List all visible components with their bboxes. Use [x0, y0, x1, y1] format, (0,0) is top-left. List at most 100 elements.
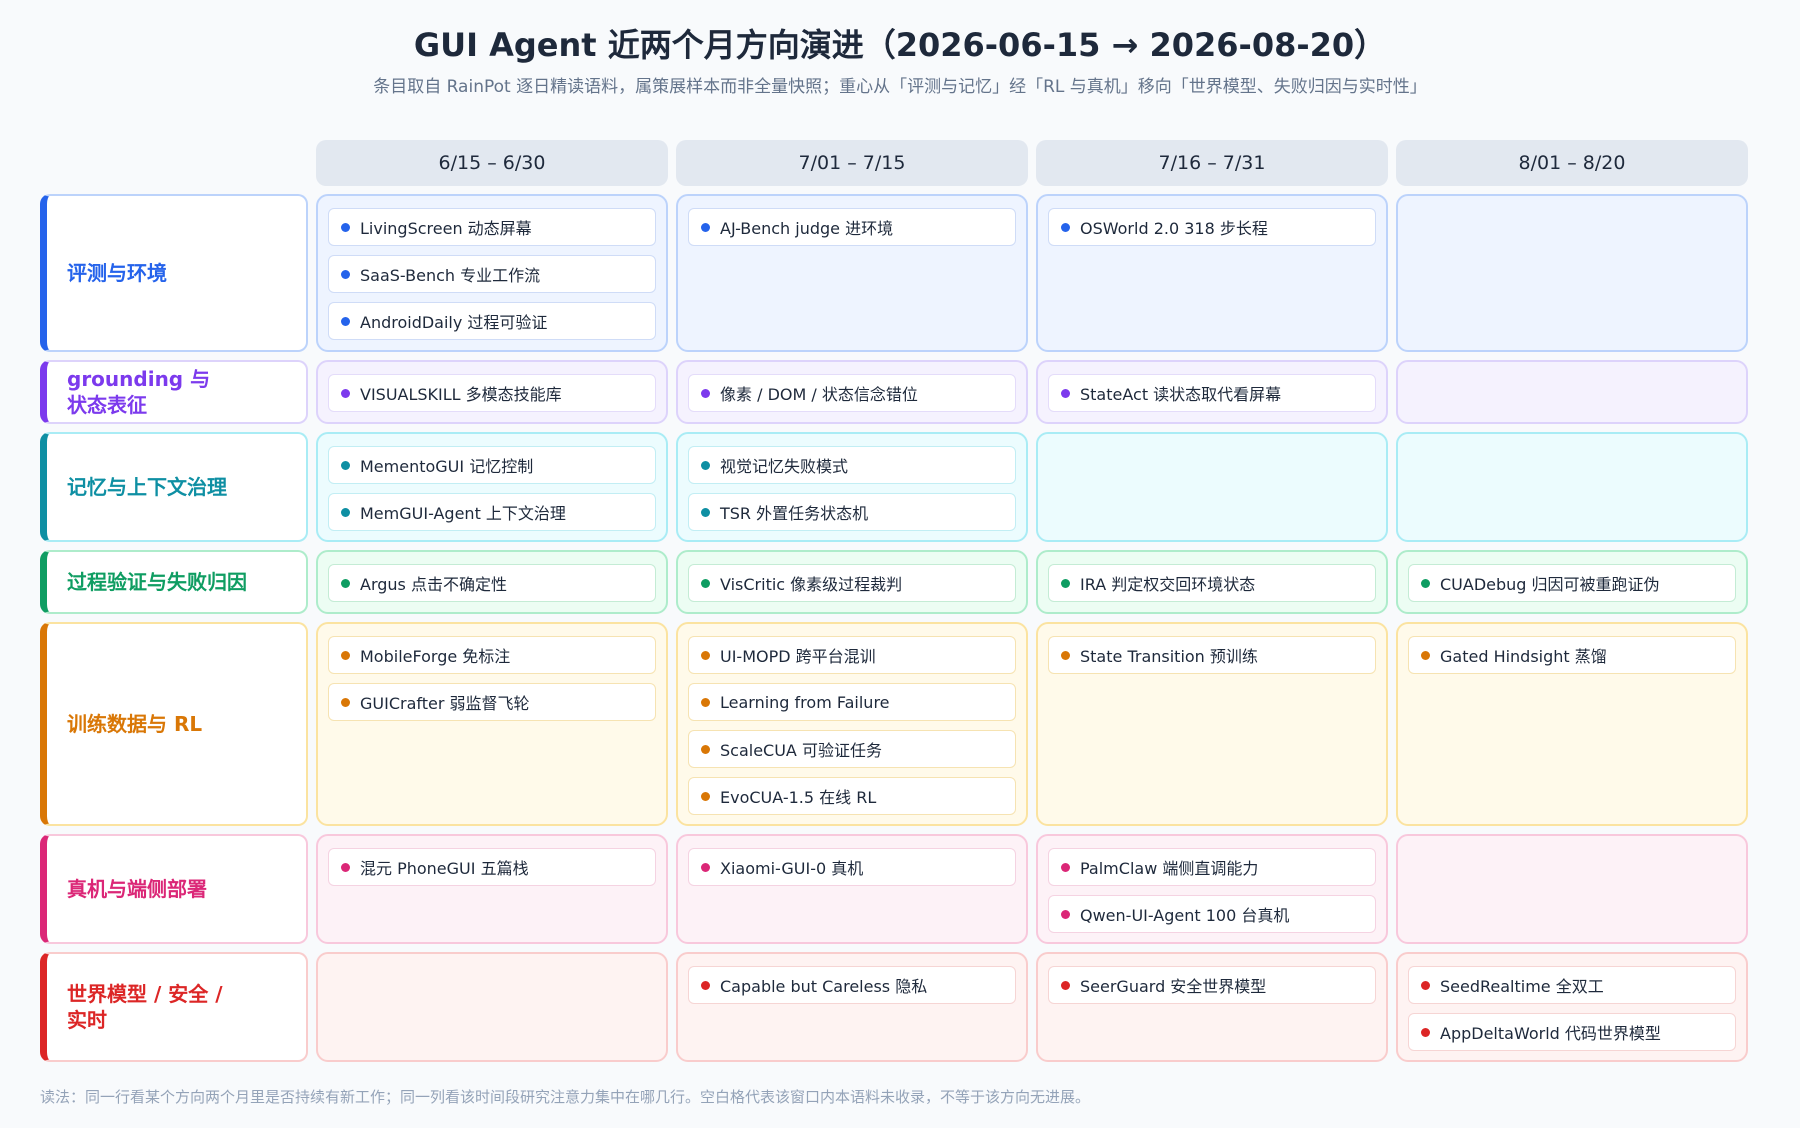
- work-item: 视觉记忆失败模式: [688, 446, 1016, 484]
- matrix-cell: Capable but Careless 隐私: [676, 952, 1028, 1062]
- work-item-label: Argus 点击不确定性: [360, 575, 507, 594]
- bullet-dot-icon: [701, 862, 710, 872]
- direction-label: 真机与端侧部署: [40, 834, 308, 944]
- work-item-label: Learning from Failure: [720, 692, 890, 712]
- matrix-cell: [1396, 360, 1748, 424]
- matrix-cell: 视觉记忆失败模式 TSR 外置任务状态机: [676, 432, 1028, 542]
- period-header: 7/01 – 7/15: [676, 140, 1028, 186]
- work-item: Argus 点击不确定性: [328, 564, 656, 602]
- matrix-cell: 混元 PhoneGUI 五篇栈: [316, 834, 668, 944]
- work-item: 像素 / DOM / 状态信念错位: [688, 374, 1016, 412]
- work-item: MobileForge 免标注: [328, 636, 656, 674]
- matrix-cell: VisCritic 像素级过程裁判: [676, 550, 1028, 614]
- bullet-dot-icon: [1061, 980, 1070, 990]
- bullet-dot-icon: [701, 697, 710, 707]
- bullet-dot-icon: [701, 980, 710, 990]
- work-item: Capable but Careless 隐私: [688, 966, 1016, 1004]
- bullet-dot-icon: [701, 791, 710, 801]
- work-item-label: Gated Hindsight 蒸馏: [1440, 647, 1607, 666]
- work-item: SeedRealtime 全双工: [1408, 966, 1736, 1004]
- bullet-dot-icon: [1421, 1027, 1430, 1037]
- matrix-cell: StateAct 读状态取代看屏幕: [1036, 360, 1388, 424]
- matrix-cell: [1396, 194, 1748, 352]
- work-item: AndroidDaily 过程可验证: [328, 302, 656, 340]
- bullet-dot-icon: [341, 650, 350, 660]
- work-item-label: Xiaomi-GUI-0 真机: [720, 859, 864, 878]
- matrix-cell: [1036, 432, 1388, 542]
- matrix-cell: CUADebug 归因可被重跑证伪: [1396, 550, 1748, 614]
- work-item: IRA 判定权交回环境状态: [1048, 564, 1376, 602]
- direction-label: 过程验证与失败归因: [40, 550, 308, 614]
- work-item-label: AJ-Bench judge 进环境: [720, 219, 894, 238]
- page-subtitle: 条目取自 RainPot 逐日精读语料，属策展样本而非全量快照；重心从「评测与记…: [373, 77, 1427, 97]
- direction-label: 记忆与上下文治理: [40, 432, 308, 542]
- work-item: EvoCUA-1.5 在线 RL: [688, 777, 1016, 815]
- bullet-dot-icon: [701, 578, 710, 588]
- bullet-dot-icon: [341, 460, 350, 470]
- work-item: CUADebug 归因可被重跑证伪: [1408, 564, 1736, 602]
- bullet-dot-icon: [701, 388, 710, 398]
- direction-label: 训练数据与 RL: [40, 622, 308, 826]
- period-header: 6/15 – 6/30: [316, 140, 668, 186]
- direction-label: grounding 与 状态表征: [40, 360, 308, 424]
- work-item-label: IRA 判定权交回环境状态: [1080, 575, 1256, 594]
- bullet-dot-icon: [1421, 578, 1430, 588]
- work-item-label: VISUALSKILL 多模态技能库: [360, 385, 562, 404]
- matrix-cell: PalmClaw 端侧直调能力 Qwen-UI-Agent 100 台真机: [1036, 834, 1388, 944]
- work-item-label: VisCritic 像素级过程裁判: [720, 575, 903, 594]
- work-item-label: CUADebug 归因可被重跑证伪: [1440, 575, 1660, 594]
- bullet-dot-icon: [341, 697, 350, 707]
- matrix-cell: AJ-Bench judge 进环境: [676, 194, 1028, 352]
- matrix-cell: MementoGUI 记忆控制 MemGUI-Agent 上下文治理: [316, 432, 668, 542]
- work-item-label: State Transition 预训练: [1080, 647, 1258, 666]
- bullet-dot-icon: [341, 578, 350, 588]
- bullet-dot-icon: [1421, 650, 1430, 660]
- work-item-label: GUICrafter 弱监督飞轮: [360, 694, 530, 713]
- work-item-label: SeerGuard 安全世界模型: [1080, 977, 1267, 996]
- work-item: SaaS-Bench 专业工作流: [328, 255, 656, 293]
- work-item: LivingScreen 动态屏幕: [328, 208, 656, 246]
- matrix-cell: [1396, 834, 1748, 944]
- bullet-dot-icon: [1061, 862, 1070, 872]
- work-item-label: Capable but Careless 隐私: [720, 977, 928, 996]
- direction-label: 评测与环境: [40, 194, 308, 352]
- work-item: 混元 PhoneGUI 五篇栈: [328, 848, 656, 886]
- work-item: UI-MOPD 跨平台混训: [688, 636, 1016, 674]
- bullet-dot-icon: [341, 388, 350, 398]
- work-item: VISUALSKILL 多模态技能库: [328, 374, 656, 412]
- matrix-cell: SeerGuard 安全世界模型: [1036, 952, 1388, 1062]
- work-item-label: 像素 / DOM / 状态信念错位: [720, 385, 918, 404]
- work-item: Learning from Failure: [688, 683, 1016, 721]
- work-item-label: MemGUI-Agent 上下文治理: [360, 504, 566, 523]
- work-item: SeerGuard 安全世界模型: [1048, 966, 1376, 1004]
- work-item-label: AndroidDaily 过程可验证: [360, 313, 548, 332]
- bullet-dot-icon: [341, 316, 350, 326]
- bullet-dot-icon: [341, 507, 350, 517]
- matrix-cell: Xiaomi-GUI-0 真机: [676, 834, 1028, 944]
- matrix-cell: IRA 判定权交回环境状态: [1036, 550, 1388, 614]
- matrix-cell: State Transition 预训练: [1036, 622, 1388, 826]
- work-item: State Transition 预训练: [1048, 636, 1376, 674]
- work-item: TSR 外置任务状态机: [688, 493, 1016, 531]
- work-item-label: OSWorld 2.0 318 步长程: [1080, 219, 1268, 238]
- bullet-dot-icon: [701, 460, 710, 470]
- work-item-label: MobileForge 免标注: [360, 647, 511, 666]
- matrix-corner: [40, 140, 308, 186]
- matrix-cell: VISUALSKILL 多模态技能库: [316, 360, 668, 424]
- bullet-dot-icon: [1061, 222, 1070, 232]
- period-header: 8/01 – 8/20: [1396, 140, 1748, 186]
- reading-note: 读法：同一行看某个方向两个月里是否持续有新工作；同一列看该时间段研究注意力集中在…: [40, 1088, 1091, 1106]
- work-item: Qwen-UI-Agent 100 台真机: [1048, 895, 1376, 933]
- work-item-label: MementoGUI 记忆控制: [360, 457, 534, 476]
- bullet-dot-icon: [701, 222, 710, 232]
- bullet-dot-icon: [1061, 650, 1070, 660]
- matrix-cell: [316, 952, 668, 1062]
- work-item: AppDeltaWorld 代码世界模型: [1408, 1013, 1736, 1051]
- work-item: VisCritic 像素级过程裁判: [688, 564, 1016, 602]
- work-item: MemGUI-Agent 上下文治理: [328, 493, 656, 531]
- matrix-cell: [1396, 432, 1748, 542]
- work-item-label: AppDeltaWorld 代码世界模型: [1440, 1024, 1661, 1043]
- matrix-cell: 像素 / DOM / 状态信念错位: [676, 360, 1028, 424]
- bullet-dot-icon: [341, 222, 350, 232]
- work-item-label: ScaleCUA 可验证任务: [720, 741, 882, 760]
